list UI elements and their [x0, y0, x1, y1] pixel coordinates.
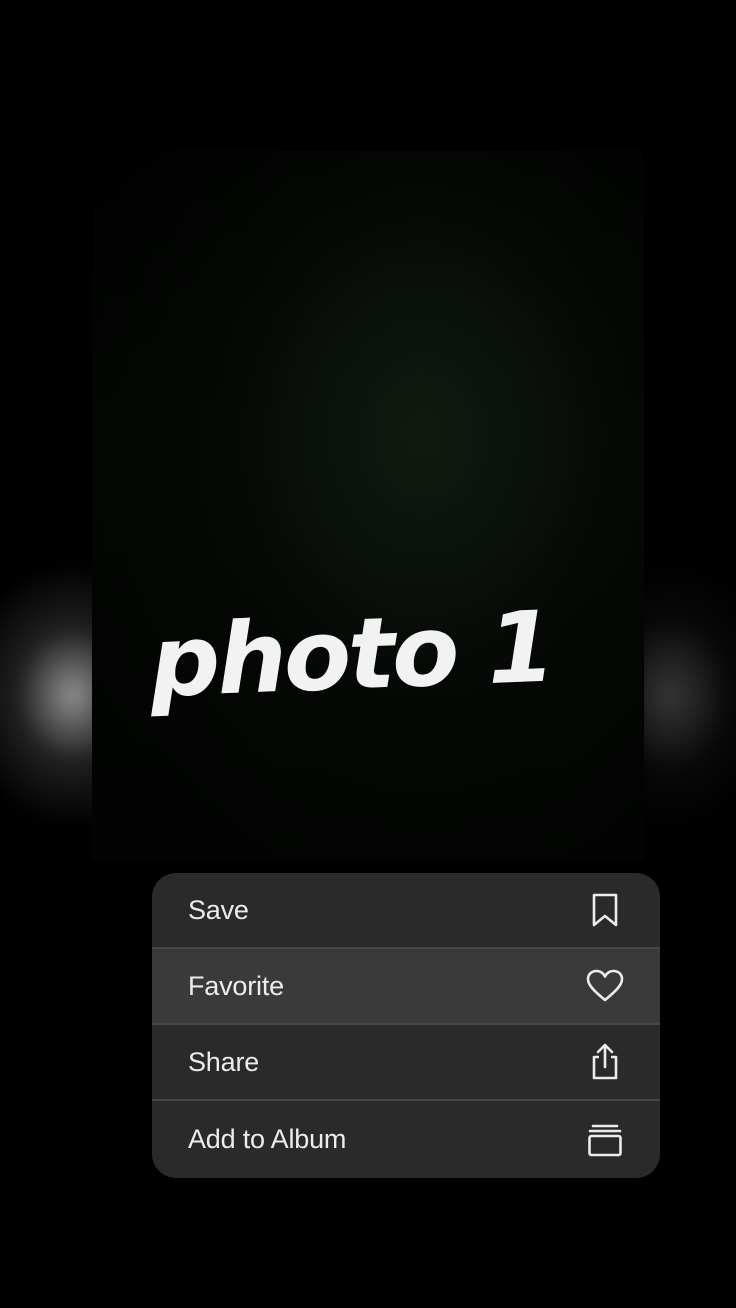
photo-preview[interactable] — [92, 150, 644, 860]
menu-item-share[interactable]: Share — [152, 1025, 660, 1101]
menu-item-favorite[interactable]: Favorite — [152, 949, 660, 1025]
album-stack-icon — [586, 1121, 624, 1159]
menu-item-label: Share — [188, 1046, 260, 1077]
menu-item-add-to-album[interactable]: Add to Album — [152, 1101, 660, 1178]
share-icon — [586, 1043, 624, 1081]
heart-icon — [586, 967, 624, 1005]
context-menu: Save Favorite Share Add to Album — [152, 873, 660, 1178]
screen: photo 1 Save Favorite Share Add to Album — [0, 0, 736, 1308]
menu-item-label: Save — [188, 894, 249, 925]
photo-caption: photo 1 — [147, 590, 555, 720]
menu-item-label: Favorite — [188, 970, 284, 1001]
preview-glow-right — [636, 560, 736, 830]
menu-item-save[interactable]: Save — [152, 873, 660, 949]
menu-item-label: Add to Album — [188, 1124, 347, 1154]
bookmark-icon — [586, 891, 624, 929]
